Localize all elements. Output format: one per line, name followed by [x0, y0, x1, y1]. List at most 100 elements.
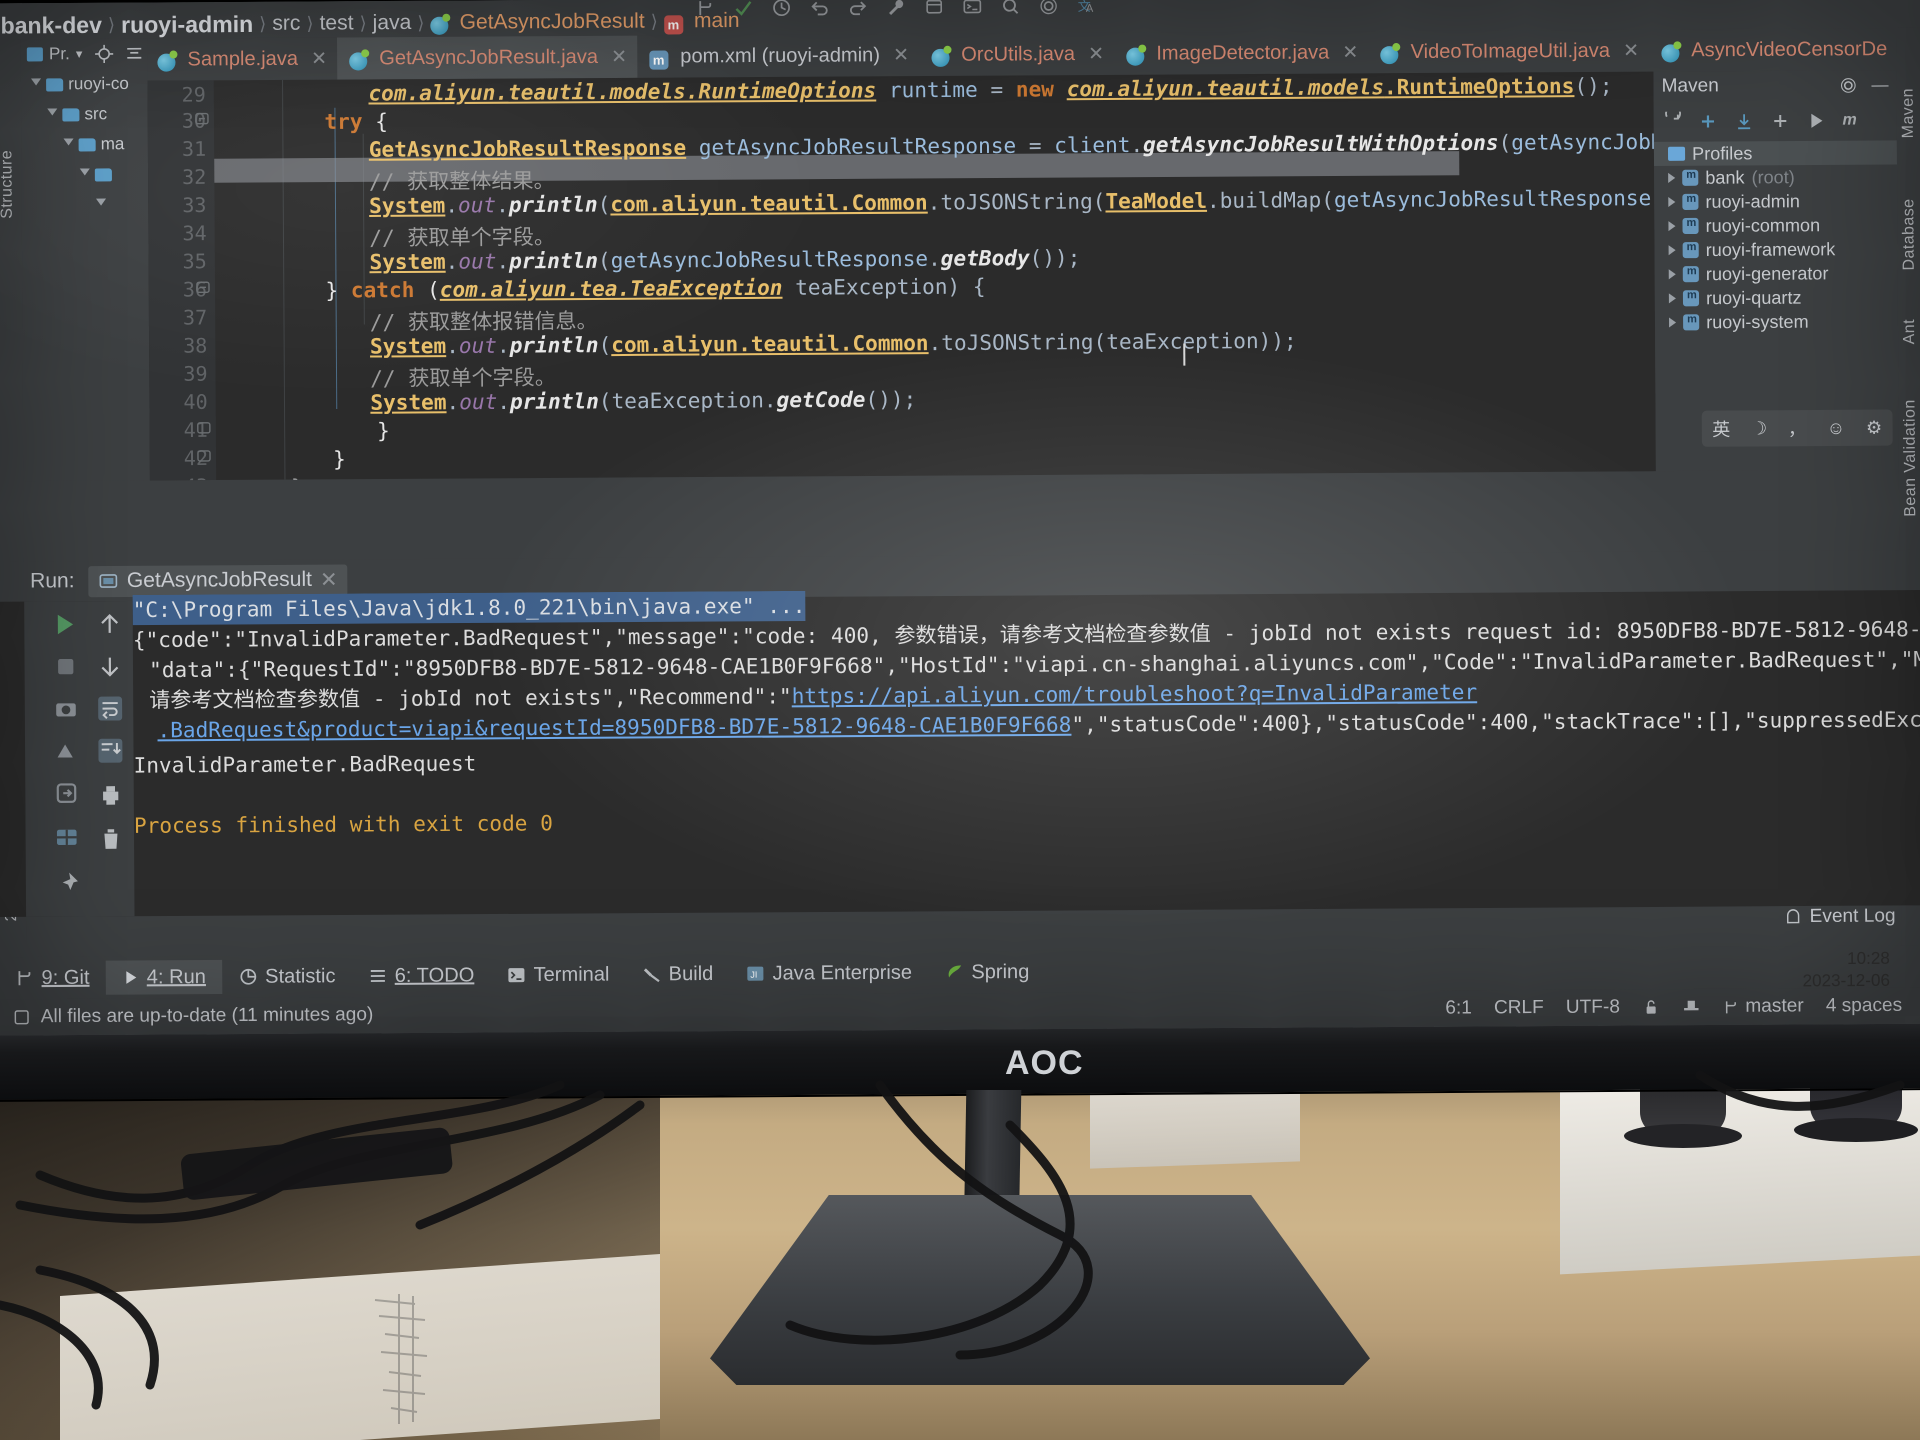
lock-icon[interactable] [1642, 998, 1660, 1016]
rerun-icon[interactable] [52, 611, 78, 637]
code-fold-icon[interactable] [196, 420, 212, 436]
editor-tab-imagedetector[interactable]: ImageDetector.java ✕ [1114, 31, 1369, 75]
project-tree-node-expand2[interactable] [22, 189, 149, 220]
close-icon[interactable]: ✕ [1088, 42, 1104, 65]
layout-icon[interactable] [54, 824, 80, 850]
tool-button-java-enterprise[interactable]: JI Java Enterprise [729, 956, 928, 991]
chevron-down-icon[interactable]: ▾ [76, 46, 83, 62]
close-icon[interactable]: ✕ [1623, 39, 1639, 62]
run-icon[interactable] [1806, 111, 1826, 131]
close-icon[interactable]: ✕ [893, 44, 909, 67]
chevron-right-icon[interactable] [1668, 293, 1676, 304]
event-log-button[interactable]: Event Log [1784, 905, 1896, 928]
breadcrumb-item-module[interactable]: ruoyi-admin [121, 10, 253, 38]
chevron-down-icon[interactable] [63, 138, 74, 151]
wrench-icon[interactable] [886, 0, 906, 17]
chevron-down-icon[interactable] [79, 168, 90, 181]
editor-gutter[interactable]: 29 30 31 32 33 34 35 36 37 38 39 40 41 4… [147, 80, 217, 480]
ime-moon-icon[interactable]: ☽ [1751, 418, 1767, 439]
locate-icon[interactable] [94, 44, 114, 64]
dump-threads-icon[interactable] [53, 738, 79, 764]
settings-gear-icon[interactable] [1839, 76, 1857, 94]
code-fold-icon[interactable] [194, 111, 210, 127]
pin-icon[interactable] [54, 870, 80, 896]
maven-item-ruoyi-system[interactable]: ruoyi-system [1655, 309, 1898, 335]
tool-button-spring[interactable]: Spring [928, 955, 1045, 990]
tool-button-git[interactable]: 9: Git [0, 961, 106, 996]
project-tree-node-src[interactable]: src [21, 99, 148, 130]
settings-gear-icon[interactable] [1039, 0, 1059, 16]
editor-tab-pom[interactable]: m pom.xml (ruoyi-admin) ✕ [637, 34, 919, 78]
maven-item-profiles[interactable]: Profiles [1653, 140, 1897, 166]
code-fold-icon[interactable] [196, 448, 212, 464]
console-link-troubleshoot-cont[interactable]: .BadRequest&product=viapi&requestId=8950… [157, 713, 1071, 743]
redo-icon[interactable] [848, 0, 868, 17]
exit-icon[interactable] [53, 780, 79, 806]
editor-tab-getasyncjobresult[interactable]: GetAsyncJobResult.java ✕ [336, 35, 638, 80]
ime-punct-icon[interactable]: ， [1788, 415, 1806, 441]
chevron-right-icon[interactable] [1668, 196, 1676, 208]
chevron-down-icon[interactable] [31, 78, 42, 91]
clear-all-trash-icon[interactable] [98, 826, 124, 852]
maven-item-ruoyi-generator[interactable]: ruoyi-generator [1655, 261, 1898, 287]
maven-item-ruoyi-admin[interactable]: ruoyi-admin [1654, 189, 1897, 215]
code-fold-icon[interactable] [195, 279, 211, 295]
build-tool-icon[interactable] [924, 0, 944, 17]
editor-tab-videotoimageutil[interactable]: VideoToImageUtil.java ✕ [1368, 29, 1649, 73]
close-icon[interactable]: ✕ [311, 47, 327, 70]
down-arrow-icon[interactable] [97, 653, 123, 679]
search-icon[interactable] [1000, 0, 1020, 16]
chevron-right-icon[interactable] [1669, 317, 1677, 328]
right-strip-database[interactable]: Database [1900, 198, 1919, 271]
terminal-icon[interactable] [962, 0, 982, 17]
tool-button-build[interactable]: Build [625, 957, 729, 992]
chevron-right-icon[interactable] [1668, 221, 1676, 232]
breadcrumb-item-class[interactable]: GetAsyncJobResult [459, 9, 644, 34]
maven-item-ruoyi-framework[interactable]: ruoyi-framework [1654, 237, 1897, 263]
maven-module-letter-icon[interactable]: m [1842, 112, 1856, 130]
project-panel-header[interactable]: Pr. ▾ [21, 39, 148, 70]
close-icon[interactable]: ✕ [611, 45, 627, 68]
editor-tab-sample[interactable]: Sample.java ✕ [145, 37, 337, 80]
maven-item-ruoyi-common[interactable]: ruoyi-common [1654, 213, 1897, 239]
print-icon[interactable] [98, 782, 124, 808]
console-output[interactable]: "C:\Program Files\Java\jdk1.8.0_221\bin\… [132, 584, 1920, 914]
scroll-to-end-icon[interactable] [97, 738, 123, 764]
console-link-troubleshoot[interactable]: https://api.aliyun.com/troubleshoot?q=In… [792, 680, 1478, 708]
breadcrumb-item-src[interactable]: src [272, 12, 300, 36]
tool-button-statistic[interactable]: Statistic [222, 959, 352, 994]
run-configuration-tab[interactable]: GetAsyncJobResult ✕ [88, 564, 348, 597]
refresh-icon[interactable] [1662, 111, 1682, 132]
collapse-all-icon[interactable] [124, 44, 144, 64]
breadcrumb-item-java[interactable]: java [373, 11, 412, 35]
inspector-hat-icon[interactable] [1682, 998, 1700, 1016]
maven-item-ruoyi-quartz[interactable]: ruoyi-quartz [1655, 285, 1898, 311]
maven-item-bank[interactable]: bank (root) [1654, 164, 1897, 190]
right-strip-bean-validation[interactable]: Bean Validation [1901, 399, 1920, 516]
code-editor[interactable]: 29 30 31 32 33 34 35 36 37 38 39 40 41 4… [147, 71, 1656, 481]
breadcrumb-item-test[interactable]: test [319, 11, 353, 35]
right-strip-maven[interactable]: Maven [1900, 88, 1918, 138]
translate-icon[interactable]: 文A [1077, 0, 1097, 16]
status-branch[interactable]: master [1722, 995, 1804, 1018]
right-strip-ant[interactable]: Ant [1901, 319, 1919, 344]
ime-language-bar[interactable]: 英 ☽ ， ☺ ⚙ [1701, 409, 1893, 447]
checkmark-icon[interactable] [733, 0, 753, 18]
minimize-icon[interactable]: — [1871, 75, 1888, 95]
close-icon[interactable]: ✕ [320, 567, 338, 592]
close-icon[interactable]: ✕ [1342, 41, 1358, 64]
tool-button-run[interactable]: 4: Run [105, 959, 223, 995]
status-indent[interactable]: 4 spaces [1826, 995, 1902, 1018]
download-icon[interactable] [1734, 111, 1754, 131]
plus-icon[interactable] [1770, 111, 1790, 131]
status-caret-position[interactable]: 6:1 [1445, 997, 1472, 1019]
left-strip-structure[interactable]: Structure [0, 150, 17, 219]
project-tree-node-root[interactable]: ruoyi-co [21, 69, 148, 100]
tool-button-terminal[interactable]: Terminal [490, 957, 625, 992]
ime-emoji-icon[interactable]: ☺ [1827, 417, 1846, 438]
add-icon[interactable] [1698, 111, 1718, 131]
status-encoding[interactable]: UTF-8 [1566, 997, 1620, 1019]
stop-icon[interactable] [53, 654, 79, 680]
ime-lang-label[interactable]: 英 [1712, 416, 1730, 442]
soft-wrap-icon[interactable] [97, 695, 123, 721]
